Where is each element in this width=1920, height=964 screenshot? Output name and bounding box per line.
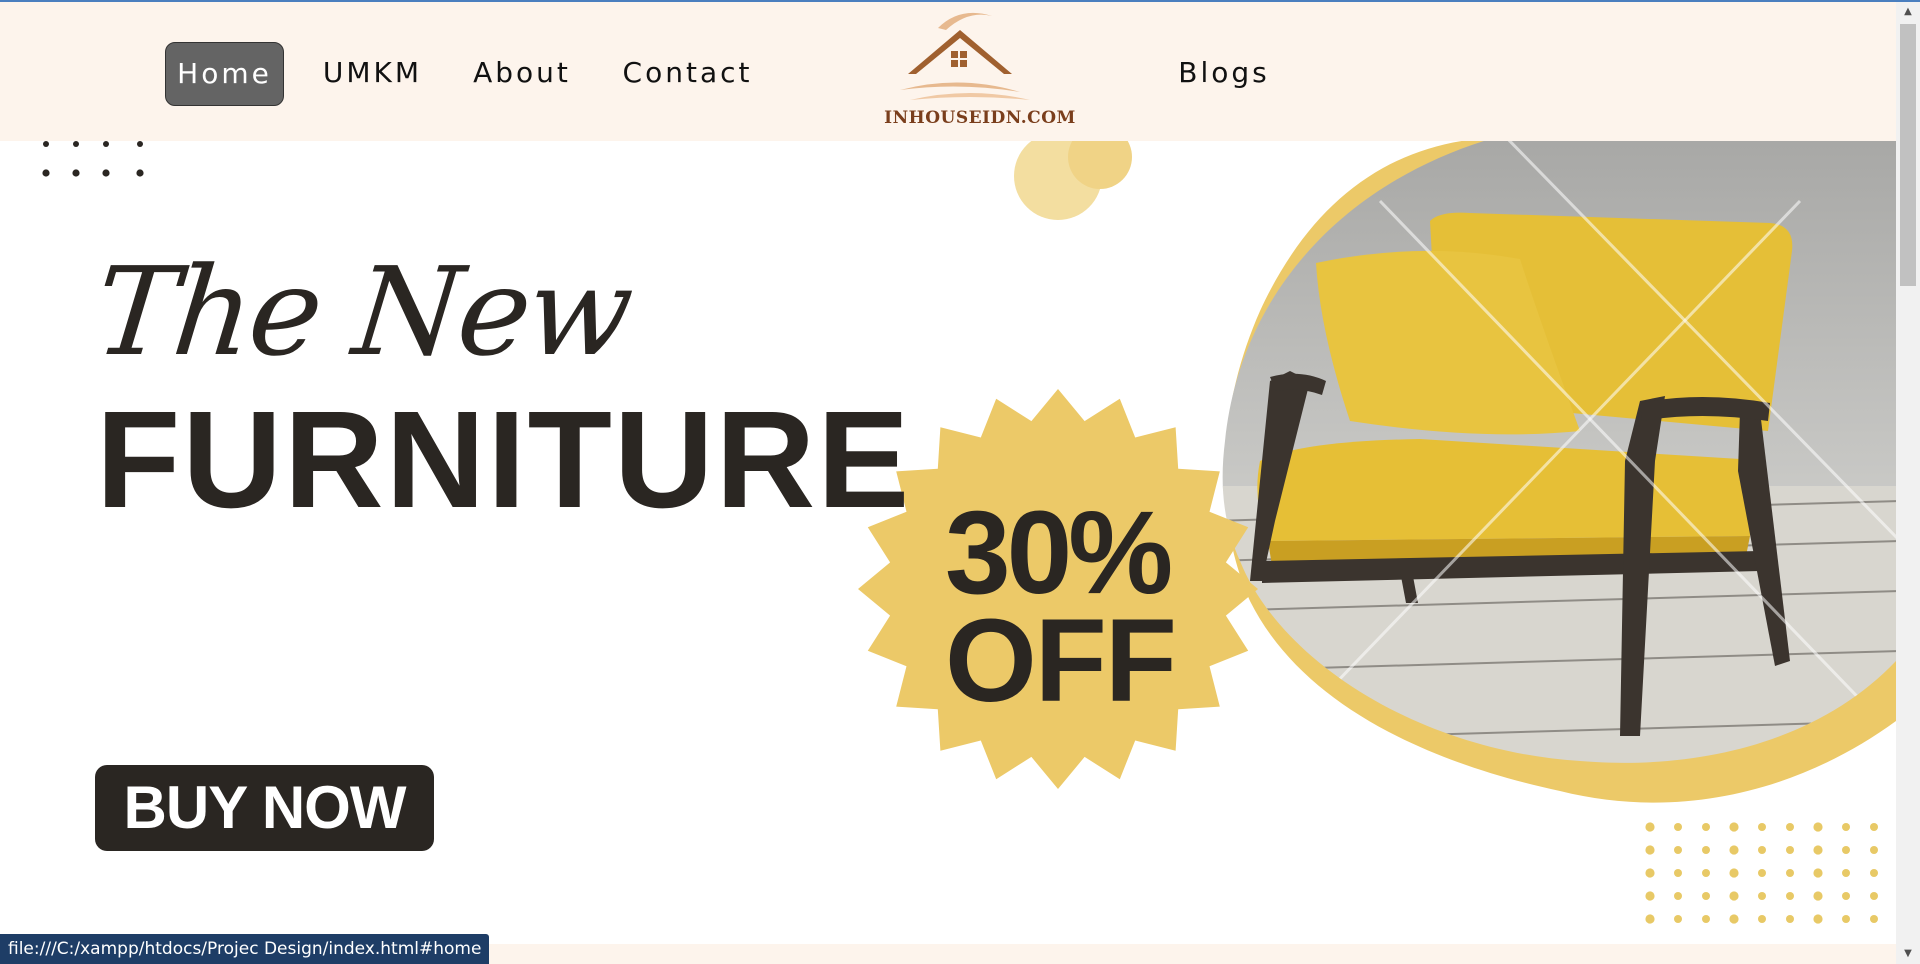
logo-text: INHOUSEIDN.COM (884, 108, 1076, 128)
dots-pattern-bottomright (1645, 822, 1878, 924)
scroll-thumb[interactable] (1900, 24, 1916, 286)
dots-pattern-topleft (42, 141, 144, 177)
site-logo[interactable]: INHOUSEIDN.COM (880, 8, 1080, 134)
hero-banner: The New FURNITURE 30% OFF BUY NOW (0, 141, 1896, 944)
scroll-down-arrow-icon[interactable]: ▼ (1896, 944, 1920, 964)
hero-script-title: The New (88, 241, 637, 383)
scroll-up-arrow-icon[interactable]: ▲ (1896, 2, 1920, 22)
nav-home[interactable]: Home (165, 42, 284, 106)
house-logo-icon (900, 12, 1030, 100)
discount-off-label: OFF (945, 595, 1177, 727)
nav-blogs[interactable]: Blogs (1172, 42, 1276, 104)
hero-main-title: FURNITURE (96, 383, 912, 537)
browser-status-url: file:///C:/xampp/htdocs/Projec Design/in… (0, 934, 490, 964)
nav-umkm[interactable]: UMKM (320, 42, 425, 104)
nav-contact[interactable]: Contact (620, 42, 755, 104)
discount-badge-text: 30% OFF (945, 494, 1225, 720)
nav-about[interactable]: About (472, 42, 572, 104)
vertical-scrollbar[interactable]: ▲ ▼ (1896, 2, 1920, 964)
site-header: Home UMKM About Contact INHOUSEIDN.COM B… (0, 2, 1896, 141)
buy-now-button[interactable]: BUY NOW (95, 765, 434, 851)
